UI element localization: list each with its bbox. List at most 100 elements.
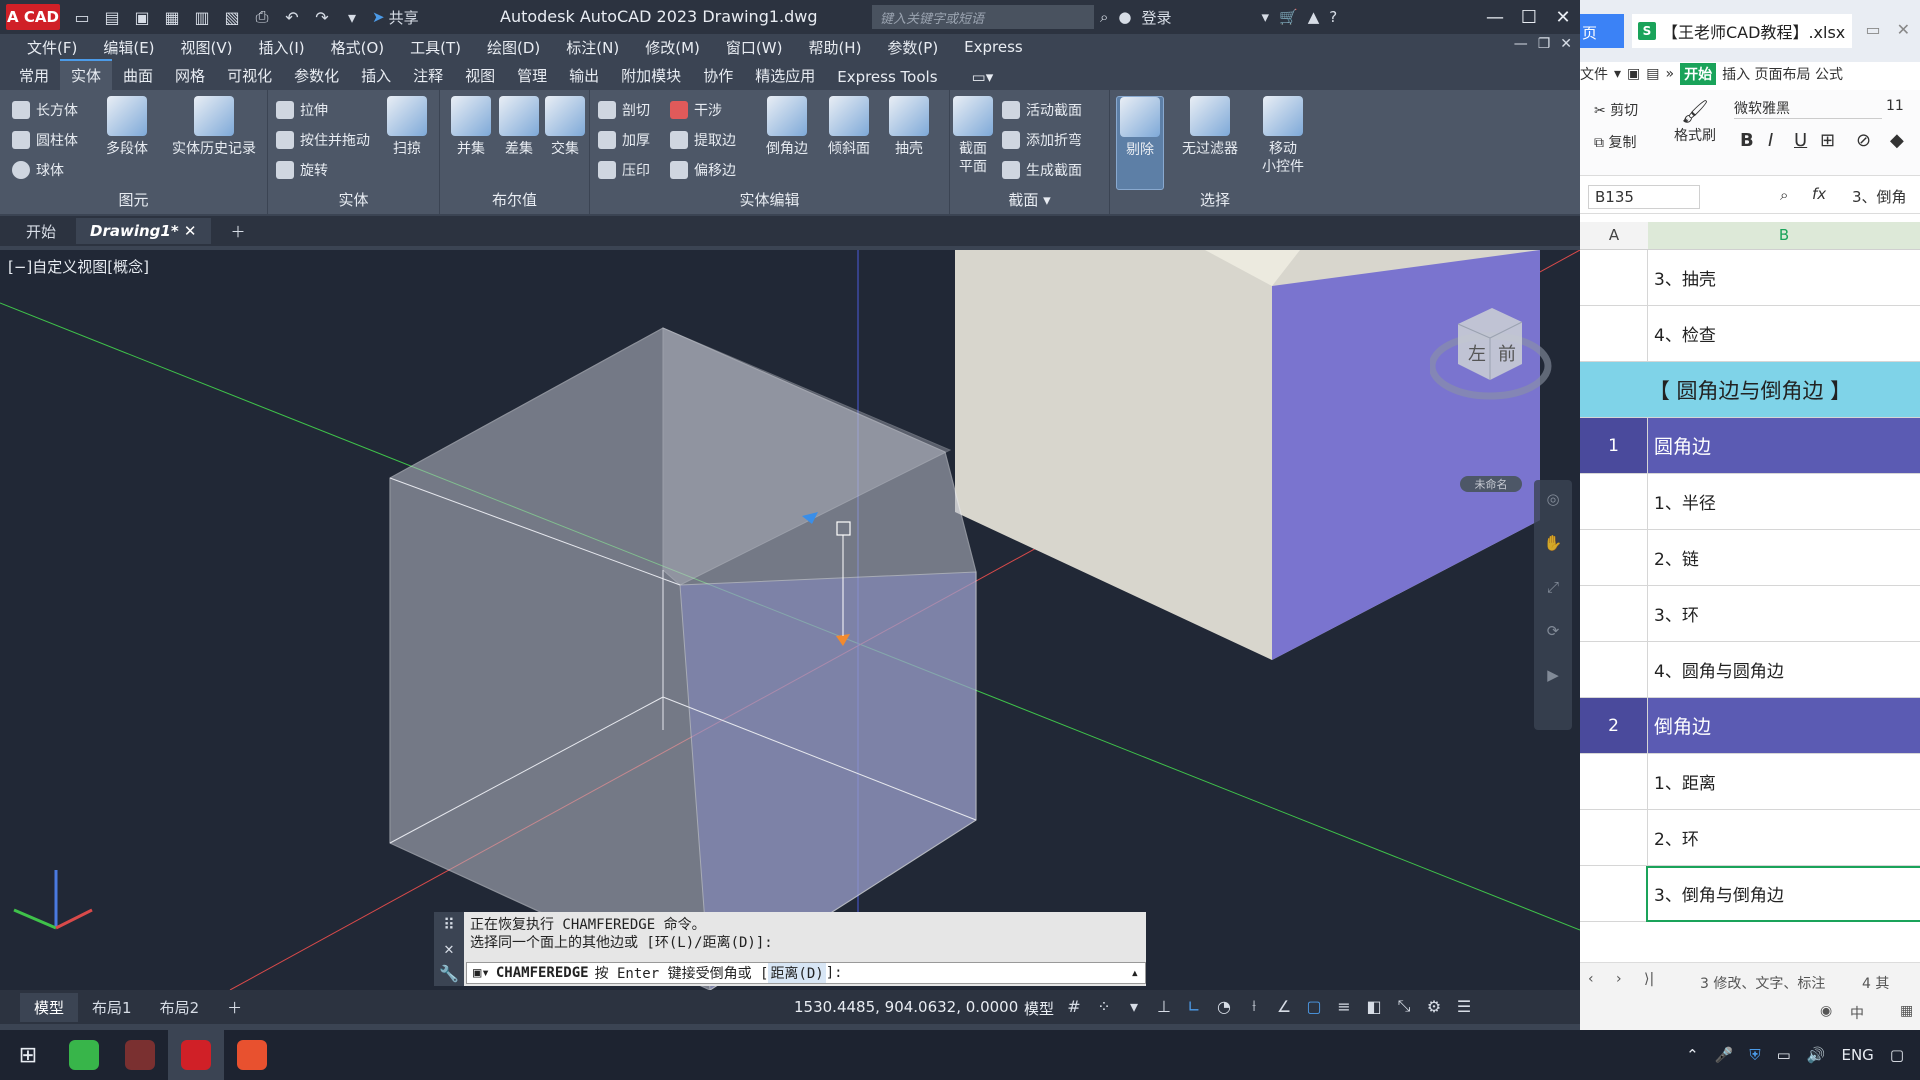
cell-text[interactable]: 圆角边 (1648, 432, 1711, 459)
layout-tab-model[interactable]: 模型 (20, 992, 79, 1022)
snap-dropdown-icon[interactable]: ▾ (1124, 994, 1144, 1018)
object-snap-icon[interactable]: ▢ (1304, 994, 1324, 1018)
menu-tools[interactable]: 工具(T) (397, 37, 474, 58)
viewcube[interactable]: 左 前 未命名 (1428, 294, 1560, 492)
menu-draw[interactable]: 绘图(D) (474, 37, 553, 58)
close-command-line-icon[interactable]: ✕ (444, 939, 454, 958)
selection-cycling-icon[interactable]: ⤡ (1394, 994, 1414, 1018)
tab-featured-apps[interactable]: 精选应用 (744, 61, 826, 90)
font-name-select[interactable]: 微软雅黑 (1734, 98, 1882, 119)
save-web-icon[interactable]: ▧ (222, 7, 242, 27)
row-number-cell[interactable] (1580, 250, 1648, 305)
maximize-icon[interactable]: ☐ (1512, 0, 1546, 34)
tab-insert-layout-formula[interactable]: 插入 页面布局 公式 (1722, 64, 1843, 84)
presspull-button[interactable]: 按住并拖动 (276, 130, 370, 150)
prev-sheet-icon[interactable]: ‹ (1588, 971, 1594, 987)
formula-input[interactable]: 3、倒角 (1852, 186, 1907, 207)
open-file-icon[interactable]: ▤ (102, 7, 122, 27)
bold-icon[interactable]: B (1740, 130, 1754, 151)
tab-visualize[interactable]: 可视化 (216, 61, 283, 90)
save-icon[interactable]: ▣ (1627, 66, 1640, 82)
close-file-icon[interactable]: ✕ (1897, 20, 1910, 39)
tab-drawing1[interactable]: Drawing1* ✕ (76, 218, 211, 244)
microphone-icon[interactable]: 🎤 (1715, 1046, 1734, 1064)
tab-addins[interactable]: 附加模块 (610, 61, 692, 90)
row-number-cell[interactable] (1580, 586, 1648, 641)
zoom-icon[interactable]: ⌕ (1780, 186, 1788, 204)
workspace-gear-icon[interactable]: ⚙ (1424, 994, 1444, 1018)
spreadsheet-file-tab[interactable]: S 【王老师CAD教程】.xlsx (1632, 14, 1852, 48)
tab-start[interactable]: 开始 (12, 217, 70, 246)
cell-grid[interactable]: 3、抽壳 4、检查【 圆角边与倒角边 】 1 圆角边 1、半径 2、链 3、环 4、圆角与圆角… (1580, 250, 1920, 962)
table-row[interactable]: 【 圆角边与倒角边 】 (1580, 362, 1920, 418)
tab-manage[interactable]: 管理 (506, 61, 558, 90)
sheet-tab-3[interactable]: 3 修改、文字、标注 (1700, 973, 1825, 993)
italic-icon[interactable]: I (1768, 130, 1773, 151)
pan-icon[interactable]: ✋ (1534, 524, 1572, 568)
table-row[interactable]: 4、圆角与圆角边 (1580, 642, 1920, 698)
next-sheet-icon[interactable]: › (1616, 971, 1622, 987)
interfere-button[interactable]: 干涉 (670, 100, 722, 120)
tray-expand-icon[interactable]: ⌃ (1686, 1046, 1699, 1064)
coordinate-readout[interactable]: 1530.4485, 904.0632, 0.0000 (794, 998, 1018, 1016)
customize-dropdown-icon[interactable]: ▾ (342, 7, 362, 27)
navigation-bar[interactable]: ◎ ✋ ⤢ ⟳ ▶ (1534, 480, 1572, 730)
offset-edge-button[interactable]: 偏移边 (670, 160, 736, 180)
row-number-cell[interactable] (1580, 810, 1648, 865)
menu-format[interactable]: 格式(O) (318, 37, 398, 58)
search-input[interactable]: 键入关键字或短语 (872, 5, 1094, 29)
infer-constraints-icon[interactable]: ⊥ (1154, 994, 1174, 1018)
cell-text[interactable]: 2、环 (1648, 825, 1699, 850)
tab-output[interactable]: 输出 (558, 61, 610, 90)
cell-text[interactable]: 1、距离 (1648, 769, 1716, 794)
language-indicator[interactable]: ENG (1841, 1046, 1873, 1064)
object-snap-tracking-icon[interactable]: ∠ (1274, 994, 1294, 1018)
tab-view[interactable]: 视图 (454, 61, 506, 90)
chamfer-edge-button[interactable]: 倒角边 (758, 96, 816, 158)
tab-mesh[interactable]: 网格 (164, 61, 216, 90)
tab-home[interactable]: 常用 (8, 61, 60, 90)
cell-text[interactable]: 2、链 (1648, 545, 1699, 570)
fill-color-icon[interactable]: ◆ (1890, 130, 1904, 151)
sheet-tab-4[interactable]: 4 其 (1862, 973, 1889, 993)
row-number-cell[interactable]: 1 (1580, 418, 1648, 473)
autodesk-a360-icon[interactable]: ▲ (1308, 8, 1320, 26)
polar-icon[interactable]: ◔ (1214, 994, 1234, 1018)
menu-dimension[interactable]: 标注(N) (553, 37, 632, 58)
table-row[interactable]: 2、环 (1580, 810, 1920, 866)
snap-icon[interactable]: ⁘ (1094, 994, 1114, 1018)
copy-button[interactable]: ⧉ 复制 (1594, 132, 1636, 152)
orbit-icon[interactable]: ⟳ (1534, 612, 1572, 656)
layout-tab-layout1[interactable]: 布局1 (78, 993, 146, 1022)
generate-section-button[interactable]: 生成截面 (1002, 160, 1082, 180)
plot-icon[interactable]: ⎙ (252, 7, 272, 27)
section-plane-button[interactable]: 截面 平面 (950, 96, 996, 176)
row-number-cell[interactable] (1580, 306, 1648, 361)
dropdown-icon[interactable]: ▾ (1262, 8, 1270, 26)
command-dropdown-icon[interactable]: ▣▾ (473, 965, 490, 981)
imprint-button[interactable]: 压印 (598, 160, 650, 180)
font-size-select[interactable]: 11 (1886, 98, 1904, 114)
cell-text[interactable]: 4、检查 (1648, 321, 1716, 346)
column-header-a[interactable]: A (1580, 226, 1648, 244)
new-tab-icon[interactable]: ＋ (217, 217, 260, 246)
volume-icon[interactable]: 🔊 (1807, 1046, 1826, 1064)
function-icon[interactable]: fx (1812, 185, 1826, 203)
customize-icon[interactable]: 🔧 (439, 964, 459, 983)
table-row[interactable]: 3、倒角与倒角边 (1580, 865, 1920, 922)
redo-icon[interactable]: ↷ (312, 7, 332, 27)
add-layout-icon[interactable]: ＋ (213, 993, 256, 1022)
taskbar-app-recorder[interactable] (224, 1030, 280, 1080)
cell-text[interactable]: 【 圆角边与倒角边 】 (1580, 375, 1920, 405)
close-tab-icon[interactable]: ✕ (184, 222, 197, 240)
menu-view[interactable]: 视图(V) (168, 37, 246, 58)
save-icon[interactable]: ▣ (132, 7, 152, 27)
taskbar-app-autocad[interactable] (168, 1030, 224, 1080)
viewcube-left-face[interactable]: 左 (1468, 340, 1486, 366)
solid-history-button[interactable]: 实体历史记录 (170, 96, 258, 158)
table-row[interactable]: 1、半径 (1580, 474, 1920, 530)
steering-wheel-icon[interactable]: ◎ (1534, 480, 1572, 524)
doc-restore-icon[interactable]: ❐ (1538, 36, 1551, 52)
name-box[interactable]: B135 (1588, 185, 1700, 209)
user-icon[interactable]: ● (1118, 8, 1131, 26)
